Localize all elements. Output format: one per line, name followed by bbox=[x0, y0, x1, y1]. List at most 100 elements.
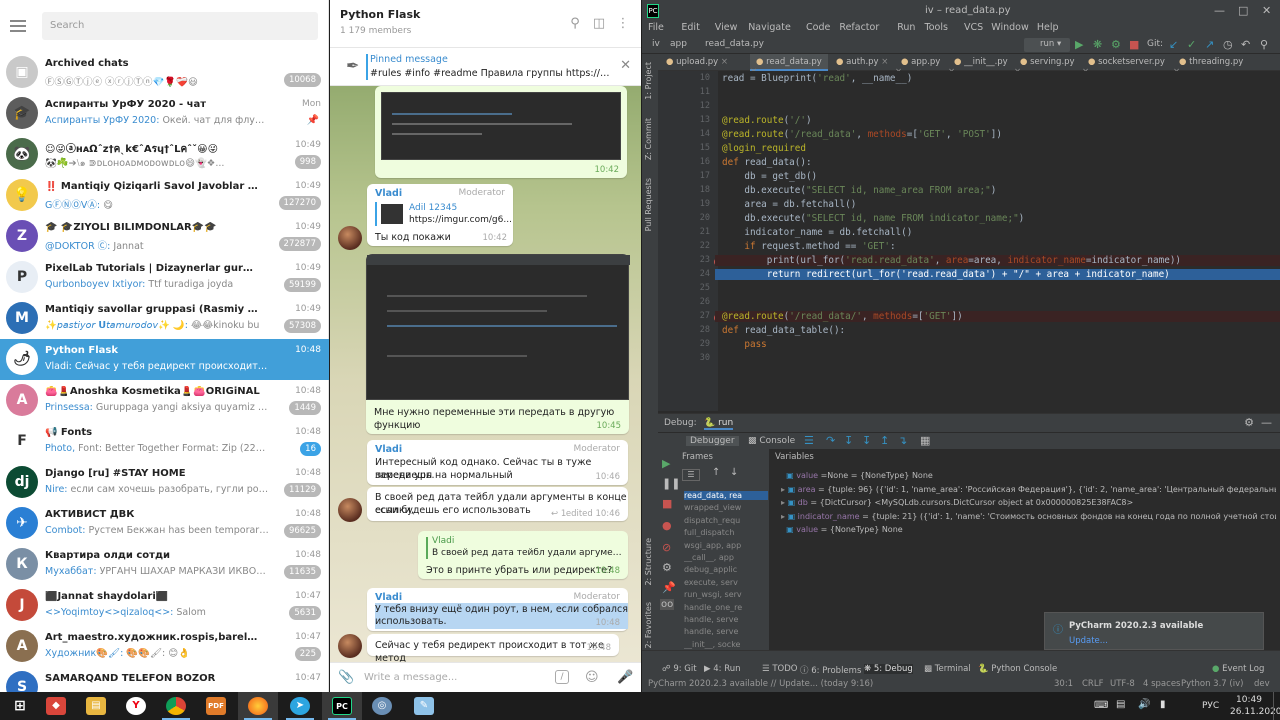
message-image-outgoing[interactable]: Мне нужно переменные эти передать в друг… bbox=[366, 254, 630, 434]
code-line[interactable]: db.execute("SELECT id, name_area FROM ar… bbox=[722, 185, 996, 196]
debugger-tab[interactable]: Debugger bbox=[686, 436, 739, 446]
breadcrumb-project[interactable]: iv bbox=[652, 39, 660, 49]
stack-frame[interactable]: __call__, app bbox=[684, 553, 768, 562]
code-line[interactable]: if request.method == 'GET': bbox=[722, 241, 895, 252]
close-tab-icon[interactable]: × bbox=[881, 57, 888, 67]
debug-session-tab[interactable]: 🐍 run bbox=[704, 418, 734, 430]
stack-frame[interactable]: run_wsgi, serv bbox=[684, 590, 768, 599]
stack-frame[interactable]: debug_applic bbox=[684, 565, 768, 574]
menu-navigate[interactable]: Navigate bbox=[748, 22, 791, 33]
reply-count[interactable]: ↩ 1 bbox=[551, 509, 566, 519]
status-widget[interactable]: dev bbox=[1254, 679, 1270, 689]
code-line[interactable]: db.execute("SELECT id, name FROM indicat… bbox=[722, 213, 1024, 224]
close-window-icon[interactable]: ✕ bbox=[1262, 4, 1271, 17]
stop-debug-icon[interactable]: ■ bbox=[662, 497, 672, 510]
menu-code[interactable]: Code bbox=[806, 22, 830, 33]
evaluate-expression-icon[interactable]: ▦ bbox=[920, 434, 930, 447]
hide-panel-icon[interactable]: — bbox=[1261, 416, 1272, 429]
message-incoming[interactable]: Vladi Moderator Интересный код однако. С… bbox=[367, 440, 628, 485]
chat-list-item[interactable]: ▣ Archived chats ⒻⓈⒼⓉⓙⓔ ⓧⓡⓙⓉⓝ💎🌹❤️‍🩹😃 10068 bbox=[0, 52, 329, 93]
chat-list-item[interactable]: 🐼 ☺😜ⓐʜᴀΩˆz†คˎk€ˆAรɥ†ˆLคˆˇ😀😜 10:49 🐼☘️➔⧵๑ ⋑ᴅ… bbox=[0, 134, 329, 175]
console-tab[interactable]: ▩ Console bbox=[748, 436, 795, 446]
git-update-icon[interactable]: ↙ bbox=[1169, 38, 1178, 51]
menu-tools[interactable]: Tools bbox=[925, 22, 948, 33]
chat-list-item[interactable]: A 👛💄Anoshka Kosmetika💄👛ORIGiNAL 10:48 Prins… bbox=[0, 380, 329, 421]
settings-icon[interactable]: ⚙ bbox=[1244, 416, 1254, 429]
stack-frame[interactable]: handle_one_re bbox=[684, 603, 768, 612]
variable-row[interactable]: ▸ ▣ indicator_name = {tuple: 21} ({'id':… bbox=[781, 512, 1276, 521]
chat-list-item[interactable]: 💡 ‼️ Mantiqiy Qiziqarli Savol Javoblar ‼️… bbox=[0, 175, 329, 216]
rollback-icon[interactable]: ↶ bbox=[1241, 38, 1250, 51]
more-options-icon[interactable]: ⋮ bbox=[615, 16, 631, 32]
status-widget[interactable]: CRLF bbox=[1082, 679, 1103, 689]
editor-tab[interactable]: ● read_data.py × bbox=[750, 54, 828, 77]
chat-list-item[interactable]: К Квартира олди сотди 10:48 Мухаббат: УРГАН… bbox=[0, 544, 329, 585]
coverage-icon[interactable]: ⚙ bbox=[1111, 38, 1121, 51]
message-input[interactable]: Write a message... bbox=[364, 672, 457, 683]
status-message[interactable]: PyCharm 2020.2.3 available // Update... … bbox=[648, 679, 873, 689]
frame-down-icon[interactable]: ↓ bbox=[730, 467, 738, 478]
tool-window-button[interactable]: ⓘ 6: Problems bbox=[800, 664, 861, 676]
frame-up-icon[interactable]: ↑ bbox=[712, 467, 720, 478]
message-incoming[interactable]: Vladi Moderator У тебя внизу ещё один ро… bbox=[367, 588, 628, 631]
variable-row[interactable]: ▣ value = {NoneType} None bbox=[781, 525, 1276, 534]
code-line[interactable]: indicator_name = db.fetchall() bbox=[722, 227, 912, 238]
menu-vcs[interactable]: VCS bbox=[964, 22, 983, 33]
tool-window-button[interactable]: ▶ 4: Run bbox=[704, 664, 741, 674]
message-incoming[interactable]: Сейчас у тебя редирект происходит в тот … bbox=[367, 634, 619, 664]
taskbar-app-firewall[interactable]: ◆ bbox=[36, 692, 76, 720]
step-out-icon[interactable]: ↥ bbox=[880, 434, 889, 447]
update-notification[interactable]: ⓘ PyCharm 2020.2.3 available Update... bbox=[1044, 612, 1264, 650]
stack-frame[interactable]: dispatch_requ bbox=[684, 516, 768, 525]
favorites-tool-tab[interactable]: 2: Favorites bbox=[644, 602, 653, 648]
code-line[interactable]: @login_required bbox=[722, 143, 806, 154]
conversation-header[interactable]: Python Flask 1 179 members ⚲ ◫ ⋮ bbox=[330, 0, 641, 48]
message-image-outgoing[interactable]: 10:42 bbox=[375, 86, 627, 178]
reply-text[interactable]: https://imgur.com/g6... bbox=[409, 215, 512, 225]
chat-list-item[interactable]: dj Django [ru] #STAY HOME 10:48 Nire: если … bbox=[0, 462, 329, 503]
editor-tab[interactable]: ● serving.py × bbox=[1014, 54, 1080, 77]
editor-tab[interactable]: ● upload.py × bbox=[660, 54, 748, 71]
restore-layout-icon[interactable]: ⚙ bbox=[662, 561, 672, 574]
message-incoming[interactable]: В своей ред дата тейбл удали аргументы в… bbox=[367, 487, 628, 521]
commands-icon[interactable]: / bbox=[555, 670, 569, 684]
event-log-button[interactable]: ● Event Log bbox=[1212, 664, 1264, 674]
show-execution-point-icon[interactable]: ☰ bbox=[804, 434, 814, 447]
editor-tab[interactable]: ● threading.py × bbox=[1173, 54, 1253, 77]
git-commit-icon[interactable]: ✓ bbox=[1187, 38, 1196, 51]
stack-frame[interactable]: __init__, socke bbox=[684, 640, 768, 649]
taskbar-app-telegram[interactable]: ➤ bbox=[280, 692, 320, 720]
taskbar-app-firefox[interactable] bbox=[238, 692, 278, 720]
stack-frame[interactable]: full_dispatch bbox=[684, 528, 768, 537]
start-button[interactable]: ⊞ bbox=[0, 692, 40, 720]
status-widget[interactable]: 30:1 bbox=[1054, 679, 1073, 689]
menu-file[interactable]: File bbox=[648, 22, 664, 33]
hamburger-menu-icon[interactable] bbox=[10, 20, 26, 32]
code-line[interactable]: pass bbox=[722, 339, 766, 350]
reply-text[interactable]: В своей ред дата тейбл удали аргументы в… bbox=[432, 548, 622, 558]
microphone-icon[interactable]: 🎤 bbox=[617, 670, 633, 685]
menu-refactor[interactable]: Refactor bbox=[839, 22, 879, 33]
sidebar-toggle-icon[interactable]: ◫ bbox=[591, 16, 607, 32]
step-over-icon[interactable]: ↷ bbox=[826, 434, 835, 447]
close-tab-icon[interactable]: × bbox=[721, 57, 728, 67]
chat-list-item[interactable]: A Art_maestro.художник.rospis,barelyef,3d… bbox=[0, 626, 329, 667]
chat-list-item[interactable]: ✈ АКТИВИСТ ДВК 10:48 Combot: Рустем Бекжан … bbox=[0, 503, 329, 544]
stack-frame[interactable]: wsgi_app, app bbox=[684, 541, 768, 550]
chat-list-item[interactable]: F 📢 Fonts 10:48 Photo, Font: Better Togethe… bbox=[0, 421, 329, 462]
step-into-icon[interactable]: ↧ bbox=[844, 434, 853, 447]
stack-frame[interactable]: read_data, rea bbox=[684, 491, 768, 500]
stack-frame[interactable]: handle, serve bbox=[684, 615, 768, 624]
taskbar-app-network[interactable]: ◎ bbox=[362, 692, 402, 720]
reply-author[interactable]: Vladi bbox=[432, 536, 454, 546]
menu-view[interactable]: View bbox=[715, 22, 738, 33]
user-avatar[interactable] bbox=[338, 498, 362, 522]
show-python-prompt-icon[interactable]: oo bbox=[660, 599, 675, 610]
code-line[interactable]: area = db.fetchall() bbox=[722, 199, 856, 210]
status-widget[interactable]: 4 spaces bbox=[1143, 679, 1180, 689]
message-outgoing[interactable]: Vladi В своей ред дата тейбл удали аргум… bbox=[418, 531, 628, 579]
maximize-icon[interactable]: □ bbox=[1238, 4, 1248, 17]
close-icon[interactable]: ✕ bbox=[620, 58, 631, 73]
chat-list-item[interactable]: J ⬛️Jannat shaydolari⬛️ 10:47 <>Yoqimtoy<>q… bbox=[0, 585, 329, 626]
message-author[interactable]: Vladi bbox=[375, 188, 402, 199]
